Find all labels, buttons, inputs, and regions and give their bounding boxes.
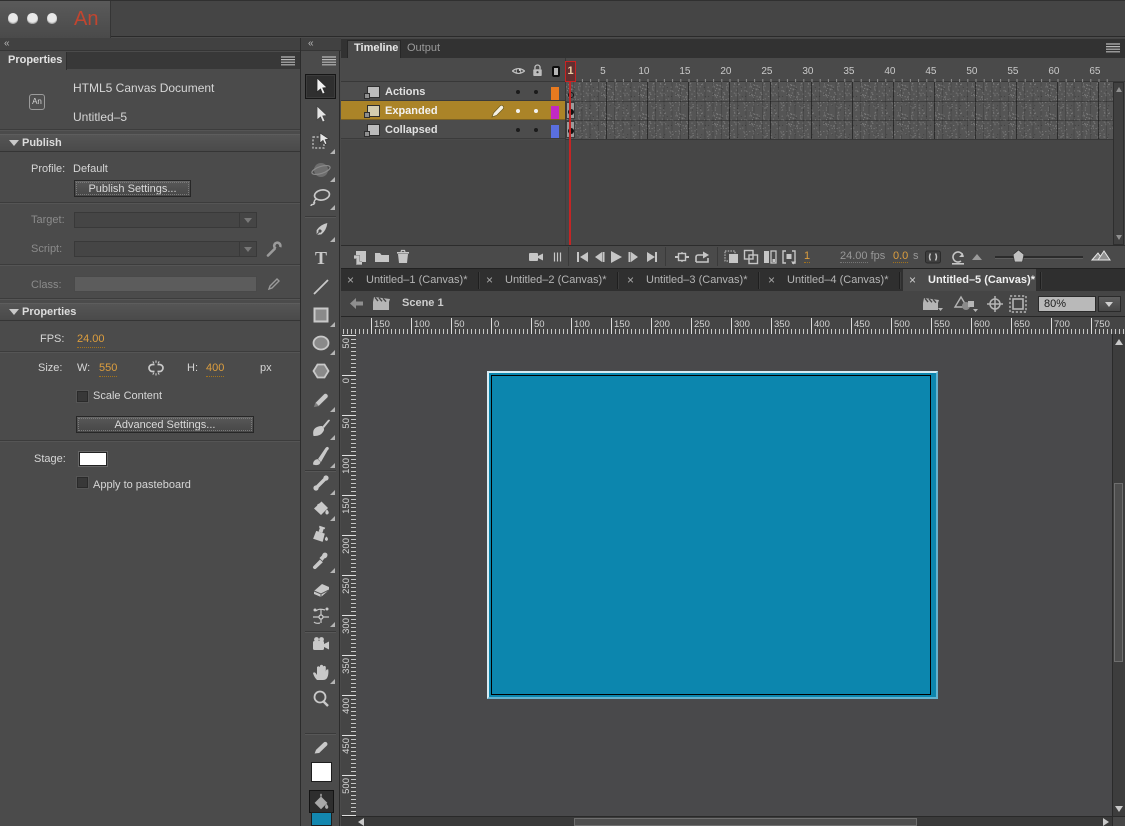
svg-text:50: 50 xyxy=(534,319,545,330)
svg-text:650: 650 xyxy=(1014,319,1030,330)
svg-text:400: 400 xyxy=(341,698,352,714)
svg-text:55: 55 xyxy=(1007,66,1019,77)
svg-text:20: 20 xyxy=(720,66,732,77)
svg-text:200: 200 xyxy=(654,319,670,330)
svg-text:300: 300 xyxy=(341,618,352,634)
svg-text:700: 700 xyxy=(1054,319,1070,330)
svg-text:35: 35 xyxy=(843,66,855,77)
svg-text:T: T xyxy=(315,248,327,268)
svg-text:250: 250 xyxy=(694,319,710,330)
svg-text:400: 400 xyxy=(814,319,830,330)
svg-text:300: 300 xyxy=(734,319,750,330)
svg-text:10: 10 xyxy=(638,66,650,77)
svg-text:65: 65 xyxy=(1089,66,1101,77)
svg-text:250: 250 xyxy=(341,578,352,594)
svg-text:350: 350 xyxy=(341,658,352,674)
svg-text:5: 5 xyxy=(600,66,606,77)
svg-text:50: 50 xyxy=(341,338,352,349)
svg-text:100: 100 xyxy=(574,319,590,330)
svg-text:15: 15 xyxy=(679,66,691,77)
svg-text:40: 40 xyxy=(884,66,896,77)
svg-text:50: 50 xyxy=(966,66,978,77)
svg-text:0: 0 xyxy=(341,378,352,383)
svg-text:45: 45 xyxy=(925,66,937,77)
svg-text:30: 30 xyxy=(802,66,814,77)
svg-text:450: 450 xyxy=(854,319,870,330)
svg-text:50: 50 xyxy=(454,319,465,330)
svg-text:60: 60 xyxy=(1048,66,1060,77)
svg-text:600: 600 xyxy=(974,319,990,330)
svg-text:500: 500 xyxy=(341,778,352,794)
svg-text:25: 25 xyxy=(761,66,773,77)
svg-text:100: 100 xyxy=(414,319,430,330)
svg-text:350: 350 xyxy=(774,319,790,330)
svg-text:50: 50 xyxy=(341,418,352,429)
svg-text:200: 200 xyxy=(341,538,352,554)
svg-text:500: 500 xyxy=(894,319,910,330)
svg-text:150: 150 xyxy=(614,319,630,330)
svg-text:100: 100 xyxy=(341,458,352,474)
svg-text:750: 750 xyxy=(1094,319,1110,330)
svg-text:450: 450 xyxy=(341,738,352,754)
svg-text:0: 0 xyxy=(494,319,499,330)
svg-text:150: 150 xyxy=(341,498,352,514)
svg-text:550: 550 xyxy=(934,319,950,330)
svg-text:150: 150 xyxy=(374,319,390,330)
